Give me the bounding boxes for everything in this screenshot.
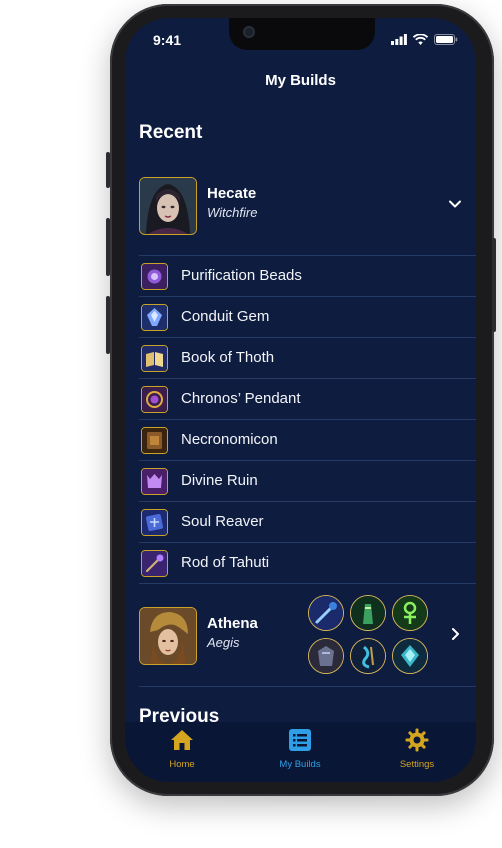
page-title: My Builds xyxy=(265,72,336,89)
tab-label: Home xyxy=(169,759,195,770)
build-row-hecate[interactable]: Hecate Witchfire xyxy=(139,177,476,237)
status-time: 9:41 xyxy=(153,32,182,48)
item-row[interactable]: Conduit Gem xyxy=(139,297,476,338)
divider xyxy=(139,686,476,687)
item-row[interactable]: Soul Reaver xyxy=(139,502,476,543)
section-title-recent: Recent xyxy=(139,122,203,143)
item-label: Purification Beads xyxy=(181,267,302,284)
item-label: Necronomicon xyxy=(181,431,278,448)
item-row[interactable]: Purification Beads xyxy=(139,256,476,297)
chevron-down-icon[interactable] xyxy=(448,197,462,211)
list-icon xyxy=(289,729,311,751)
tab-settings[interactable]: Settings xyxy=(372,728,462,770)
item-label: Chronos’ Pendant xyxy=(181,390,301,407)
item-label: Divine Ruin xyxy=(181,472,258,489)
signal-icon xyxy=(391,34,407,45)
notch xyxy=(229,18,375,50)
chevron-right-icon[interactable] xyxy=(448,627,462,641)
power-button xyxy=(492,238,496,332)
item-icon xyxy=(350,595,386,631)
item-label: Book of Thoth xyxy=(181,349,275,366)
tab-label: Settings xyxy=(399,759,435,770)
god-avatar-athena xyxy=(139,607,197,665)
build-name: Aegis xyxy=(207,635,240,650)
tab-home[interactable]: Home xyxy=(137,728,227,770)
god-avatar-hecate xyxy=(139,177,197,235)
purification-beads-icon xyxy=(141,263,168,290)
divider xyxy=(139,583,476,584)
book-of-thoth-icon xyxy=(141,345,168,372)
gear-icon xyxy=(405,728,429,752)
volume-up-button xyxy=(106,218,110,276)
item-label: Rod of Tahuti xyxy=(181,554,270,571)
rod-of-tahuti-icon xyxy=(141,550,168,577)
status-icons xyxy=(391,34,458,45)
item-icon xyxy=(392,638,428,674)
item-row[interactable]: Chronos’ Pendant xyxy=(139,379,476,420)
item-row[interactable]: Book of Thoth xyxy=(139,338,476,379)
necronomicon-icon xyxy=(141,427,168,454)
home-icon xyxy=(171,730,193,750)
conduit-gem-icon xyxy=(141,304,168,331)
front-camera xyxy=(243,26,255,38)
item-icon xyxy=(392,595,428,631)
build-row-athena[interactable]: Athena Aegis xyxy=(139,595,476,677)
tab-label: My Builds xyxy=(279,759,321,770)
tab-my-builds[interactable]: My Builds xyxy=(255,728,345,770)
divine-ruin-icon xyxy=(141,468,168,495)
battery-icon xyxy=(434,34,458,45)
app-screen: 9:41 My Builds Recent Hecate Witchfire P… xyxy=(125,18,476,782)
item-label: Soul Reaver xyxy=(181,513,264,530)
god-name: Hecate xyxy=(207,185,257,202)
item-icon xyxy=(308,595,344,631)
build-name: Witchfire xyxy=(207,205,258,220)
god-name: Athena xyxy=(207,615,258,632)
chronos-pendant-icon xyxy=(141,386,168,413)
volume-down-button xyxy=(106,296,110,354)
tab-bar: Home My Builds Settings xyxy=(125,722,476,782)
item-icon xyxy=(350,638,386,674)
soul-reaver-icon xyxy=(141,509,168,536)
mute-switch xyxy=(106,152,110,188)
wifi-icon xyxy=(413,34,428,45)
item-row[interactable]: Divine Ruin xyxy=(139,461,476,502)
item-row[interactable]: Rod of Tahuti xyxy=(139,543,476,584)
item-row[interactable]: Necronomicon xyxy=(139,420,476,461)
item-label: Conduit Gem xyxy=(181,308,270,325)
item-icon xyxy=(308,638,344,674)
